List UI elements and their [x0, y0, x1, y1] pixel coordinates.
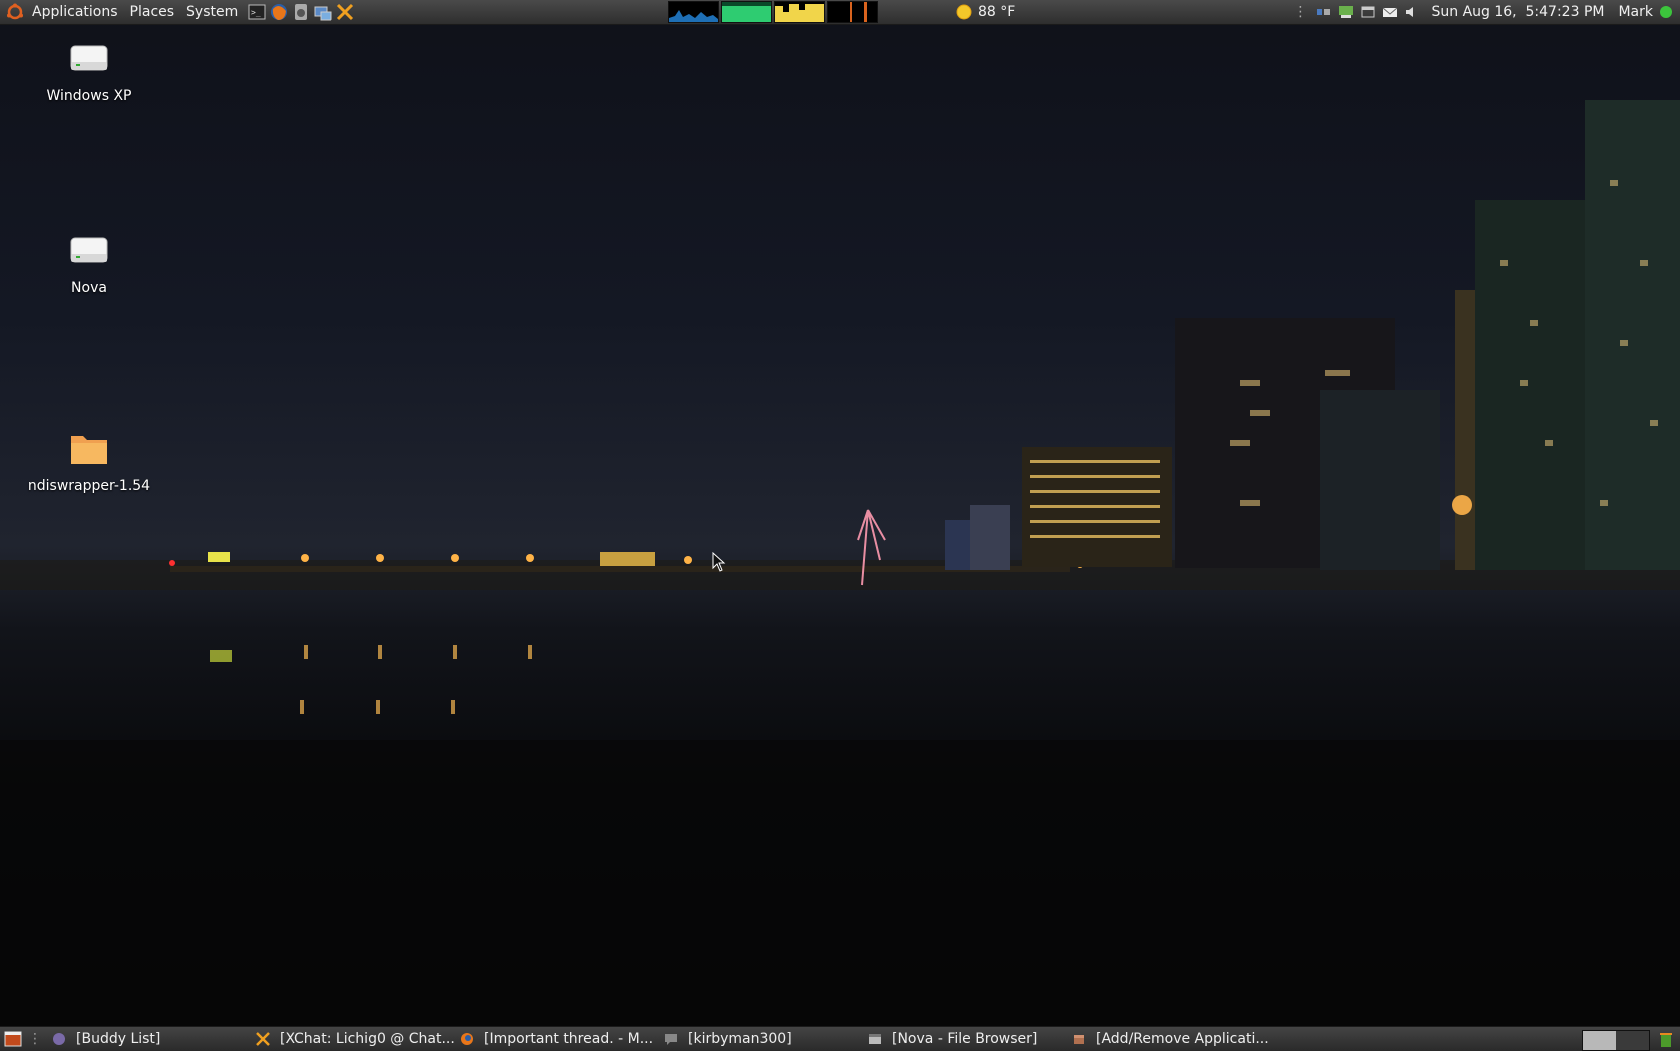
load-monitor[interactable] [827, 1, 878, 23]
task-buddy-list[interactable]: [Buddy List] [48, 1028, 252, 1050]
desktop-wallpaper [0, 0, 1680, 1050]
panel-handle-icon[interactable]: ⋮ [28, 1031, 42, 1047]
tray-handle-icon[interactable]: ⋮ [1293, 4, 1307, 20]
terminal-icon[interactable]: >_ [248, 3, 266, 21]
xchat-icon[interactable] [336, 3, 354, 21]
places-menu[interactable]: Places [124, 0, 181, 24]
task-firefox[interactable]: [Important thread. - M... [456, 1028, 660, 1050]
chat-icon [665, 1034, 677, 1045]
task-add-remove-applications[interactable]: [Add/Remove Applicati... [1068, 1028, 1272, 1050]
window-tray-icon[interactable] [1360, 4, 1376, 20]
pidgin-icon [53, 1033, 65, 1045]
drive-icon [70, 45, 108, 71]
bottom-panel: ⋮ [Buddy List] [XChat: Lichig0 @ Chat...… [0, 1026, 1680, 1051]
task-label: [Buddy List] [76, 1031, 161, 1047]
workspace-1[interactable] [1583, 1031, 1616, 1050]
desktop-icon-label: Nova [71, 280, 107, 296]
task-kirbyman300[interactable]: [kirbyman300] [660, 1028, 864, 1050]
cpu-monitor[interactable] [668, 1, 719, 23]
file-browser-icon [869, 1034, 881, 1044]
task-nova-file-browser[interactable]: [Nova - File Browser] [864, 1028, 1068, 1050]
desktop-icon-ndiswrapper[interactable]: ndiswrapper-1.54 [24, 430, 154, 494]
workspace-2[interactable] [1616, 1031, 1649, 1050]
chat-tray-icon[interactable] [1338, 4, 1354, 20]
task-label: [kirbyman300] [688, 1031, 792, 1047]
ubuntu-logo-icon[interactable] [6, 3, 24, 21]
package-icon [1074, 1035, 1084, 1044]
notification-area: ⋮ Sun Aug 16, 5:47:23 PM Mark [1293, 0, 1680, 24]
workspace-switcher [1582, 1030, 1650, 1051]
volume-icon[interactable] [1404, 4, 1420, 20]
clock[interactable]: Sun Aug 16, 5:47:23 PM [1431, 4, 1604, 20]
task-label: [Important thread. - M... [484, 1031, 654, 1047]
drive-icon [70, 237, 108, 263]
weather-temperature: 88 °F [978, 4, 1016, 20]
network-icon[interactable] [314, 3, 332, 21]
applications-menu[interactable]: Applications [26, 0, 124, 24]
trash-icon[interactable] [1658, 1030, 1674, 1048]
firefox-icon [461, 1033, 473, 1045]
desktop-icon-nova[interactable]: Nova [24, 232, 154, 296]
task-label: [XChat: Lichig0 @ Chat... [280, 1031, 455, 1047]
top-panel: Applications Places System >_ 88 °F ⋮ Su… [0, 0, 1680, 25]
xchat-icon [256, 1032, 270, 1046]
user-status-icon[interactable] [1660, 6, 1672, 18]
desktop-icon-windows-xp[interactable]: Windows XP [24, 40, 154, 104]
system-menu[interactable]: System [180, 0, 244, 24]
mouse-cursor-icon [712, 552, 726, 572]
weather-applet[interactable]: 88 °F [955, 0, 1015, 24]
task-xchat[interactable]: [XChat: Lichig0 @ Chat... [252, 1028, 456, 1050]
folder-icon [71, 436, 107, 464]
svg-text:>_: >_ [251, 8, 261, 17]
system-monitor-applet[interactable] [668, 1, 880, 23]
desktop-icon-label: Windows XP [46, 88, 132, 104]
user-menu[interactable]: Mark [1618, 4, 1653, 20]
disk-utility-icon[interactable] [292, 3, 310, 21]
task-label: [Nova - File Browser] [892, 1031, 1038, 1047]
memory-monitor[interactable] [721, 1, 772, 23]
sun-icon [956, 4, 972, 20]
mail-icon[interactable] [1382, 4, 1398, 20]
network-monitor[interactable] [774, 1, 825, 23]
night-beach-scene [0, 100, 1680, 1026]
task-label: [Add/Remove Applicati... [1096, 1031, 1269, 1047]
show-desktop-icon[interactable] [4, 1030, 22, 1048]
firefox-icon[interactable] [270, 3, 288, 21]
network-tray-icon[interactable] [1316, 4, 1332, 20]
desktop-icon-label: ndiswrapper-1.54 [27, 478, 151, 494]
